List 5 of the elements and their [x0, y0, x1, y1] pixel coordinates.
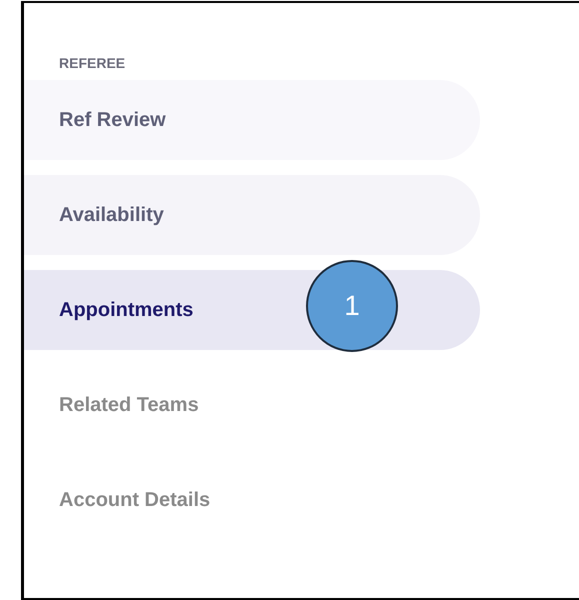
sidebar-item[interactable]: Ref Review: [24, 80, 480, 160]
sidebar-item[interactable]: Related Teams: [24, 365, 480, 445]
sidebar-item[interactable]: Availability: [24, 175, 480, 255]
section-heading: REFEREE: [59, 55, 126, 72]
sidebar-item[interactable]: Account Details: [24, 460, 480, 540]
